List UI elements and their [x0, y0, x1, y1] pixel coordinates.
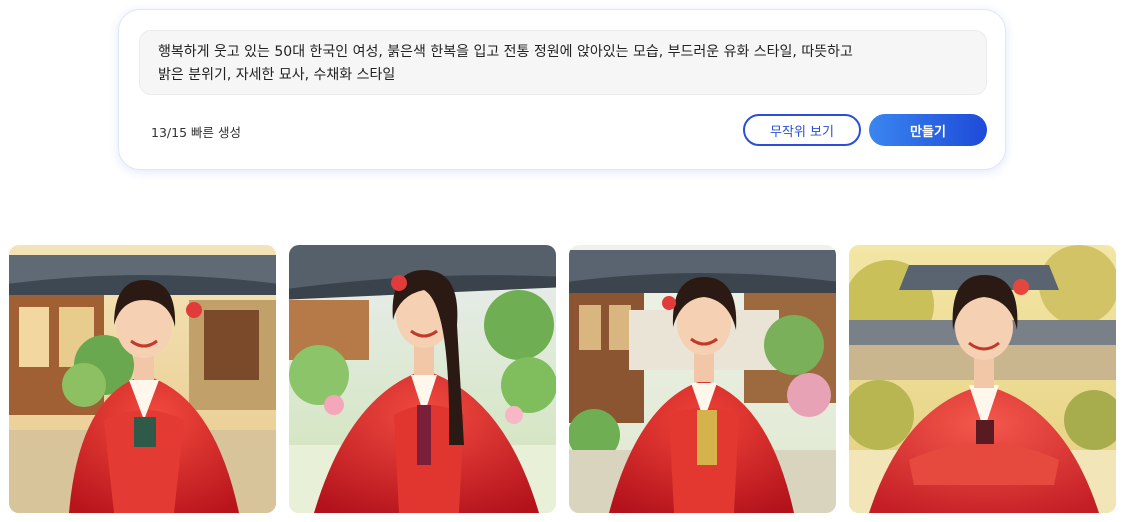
prompt-card: 행복하게 웃고 있는 50대 한국인 여성, 붉은색 한복을 입고 전통 정원에…	[118, 9, 1006, 170]
fast-generation-quota: 13/15 빠른 생성	[151, 125, 241, 140]
create-button[interactable]: 만들기	[869, 114, 987, 146]
generated-image-2[interactable]	[289, 245, 556, 513]
generated-image-4[interactable]	[849, 245, 1116, 513]
image-gallery	[9, 245, 1117, 513]
prompt-text-line-1: 행복하게 웃고 있는 50대 한국인 여성, 붉은색 한복을 입고 전통 정원에…	[158, 44, 853, 60]
prompt-text-line-2: 밝은 분위기, 자세한 묘사, 수채화 스타일	[158, 67, 396, 83]
prompt-input[interactable]: 행복하게 웃고 있는 50대 한국인 여성, 붉은색 한복을 입고 전통 정원에…	[139, 30, 987, 95]
generated-image-3[interactable]	[569, 245, 836, 513]
generated-image-1[interactable]	[9, 245, 276, 513]
random-view-button[interactable]: 무작위 보기	[743, 114, 861, 146]
